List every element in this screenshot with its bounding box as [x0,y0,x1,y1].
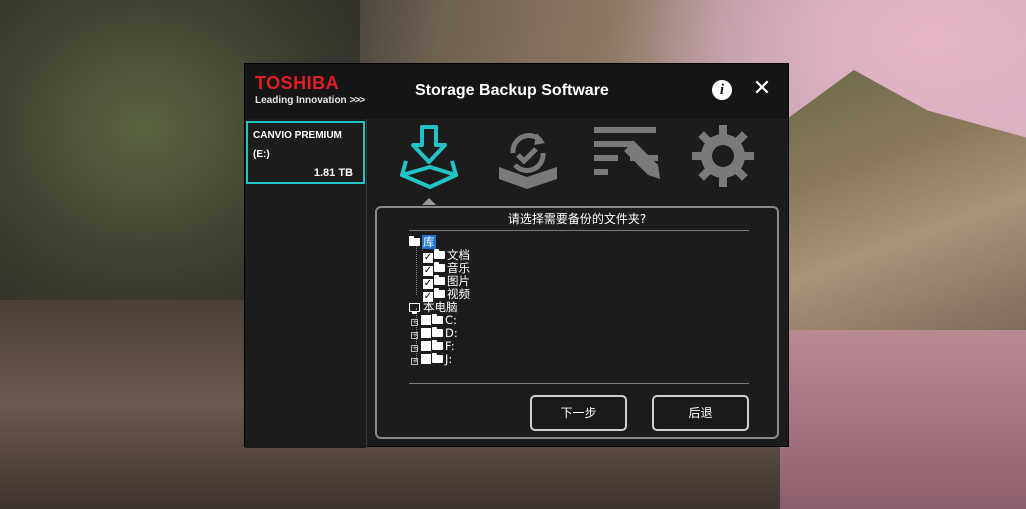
tree-label: 视频 [447,287,470,301]
tagline-text: Leading Innovation [255,95,347,106]
wallpaper-sea [780,330,1026,509]
divider [409,383,749,384]
info-button[interactable]: i [712,80,732,100]
folder-icon [409,236,420,246]
tagline-chevrons: >>> [349,95,366,106]
folder-icon [434,262,445,272]
tree-label: F: [445,339,455,353]
brand-tagline: Leading Innovation >>> [255,95,366,106]
tree-node-drive-j[interactable]: + J: [411,353,452,366]
folder-icon [434,288,445,298]
tree-label: 音乐 [447,261,470,275]
device-card-canvio[interactable]: CANVIO PREMIUM (E:) 1.81 TB [246,121,365,184]
device-capacity: 1.81 TB [313,167,353,179]
backup-tab[interactable] [394,121,464,191]
divider [409,230,749,231]
app-title: Storage Backup Software [415,82,609,99]
checkbox[interactable] [421,315,431,325]
manage-tab[interactable] [590,121,660,191]
tree-label: 本电脑 [423,300,458,314]
expand-icon[interactable]: + [411,332,418,339]
tree-label: C: [445,313,457,327]
folder-icon [432,314,443,324]
folder-icon [434,249,445,259]
edit-list-icon [594,127,660,179]
gear-icon [692,125,754,187]
tree-label: J: [445,352,453,366]
settings-tab[interactable] [688,121,758,191]
mode-toolbar [368,119,790,204]
tree-label: D: [445,326,458,340]
tree-label: 库 [422,235,436,249]
checkbox[interactable] [421,341,431,351]
expand-icon[interactable]: + [411,319,418,326]
expand-icon[interactable]: + [411,358,418,365]
next-button[interactable]: 下一步 [530,395,627,431]
wallpaper-cliff [780,70,1026,340]
folder-icon [432,327,443,337]
folder-icon [434,275,445,285]
tree-connector [416,244,417,295]
restore-tab[interactable] [493,121,563,191]
expand-icon[interactable]: + [411,345,418,352]
device-name: CANVIO PREMIUM [253,130,342,141]
restore-sync-icon [499,133,557,189]
toshiba-logo: TOSHIBA [255,73,340,93]
tree-label: 图片 [447,274,470,288]
tree-label: 文档 [447,248,470,262]
device-sidebar: CANVIO PREMIUM (E:) 1.81 TB [245,119,367,448]
folder-icon [432,340,443,350]
backup-download-icon [400,125,458,189]
tree-node-library[interactable]: 库 [409,235,436,249]
folder-icon [432,353,443,363]
folder-select-panel: 请选择需要备份的文件夹? 库 ✓ 文档 ✓ 音乐 ✓ 图片 ✓ 视频 本电脑 +… [375,206,779,439]
close-button[interactable]: ✕ [750,77,774,101]
checkbox[interactable] [421,354,431,364]
back-button[interactable]: 后退 [652,395,749,431]
panel-prompt: 请选择需要备份的文件夹? [507,212,647,226]
active-tab-indicator [422,198,436,205]
computer-icon [409,303,420,314]
title-bar: TOSHIBA Leading Innovation >>> Storage Ba… [245,64,788,119]
app-window: TOSHIBA Leading Innovation >>> Storage Ba… [244,63,790,448]
checkbox[interactable] [421,328,431,338]
device-drive-letter: (E:) [253,149,270,160]
